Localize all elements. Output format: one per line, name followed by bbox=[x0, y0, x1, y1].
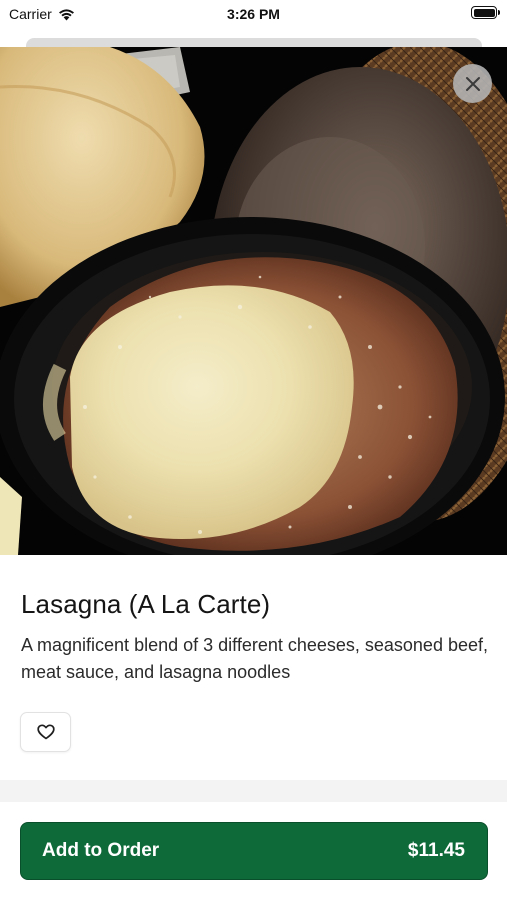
status-bar: Carrier 3:26 PM bbox=[0, 0, 507, 28]
item-description: A magnificent blend of 3 different chees… bbox=[21, 635, 488, 682]
item-details: Lasagna (A La Carte) A magnificent blend… bbox=[0, 555, 507, 780]
status-time: 3:26 PM bbox=[227, 6, 280, 22]
add-to-order-button[interactable]: Add to Order $11.45 bbox=[20, 822, 488, 880]
order-footer: Add to Order $11.45 bbox=[0, 802, 507, 900]
add-to-order-label: Add to Order bbox=[42, 840, 160, 861]
lasagna-photo bbox=[0, 47, 507, 555]
favorite-button[interactable] bbox=[20, 712, 71, 752]
close-icon bbox=[465, 76, 480, 91]
close-button[interactable] bbox=[453, 64, 492, 103]
battery-icon bbox=[471, 6, 500, 19]
item-title: Lasagna (A La Carte) bbox=[21, 589, 271, 619]
heart-outline-icon bbox=[36, 724, 55, 740]
item-photo bbox=[0, 47, 507, 555]
item-price: $11.45 bbox=[407, 840, 465, 861]
section-divider bbox=[0, 780, 507, 802]
